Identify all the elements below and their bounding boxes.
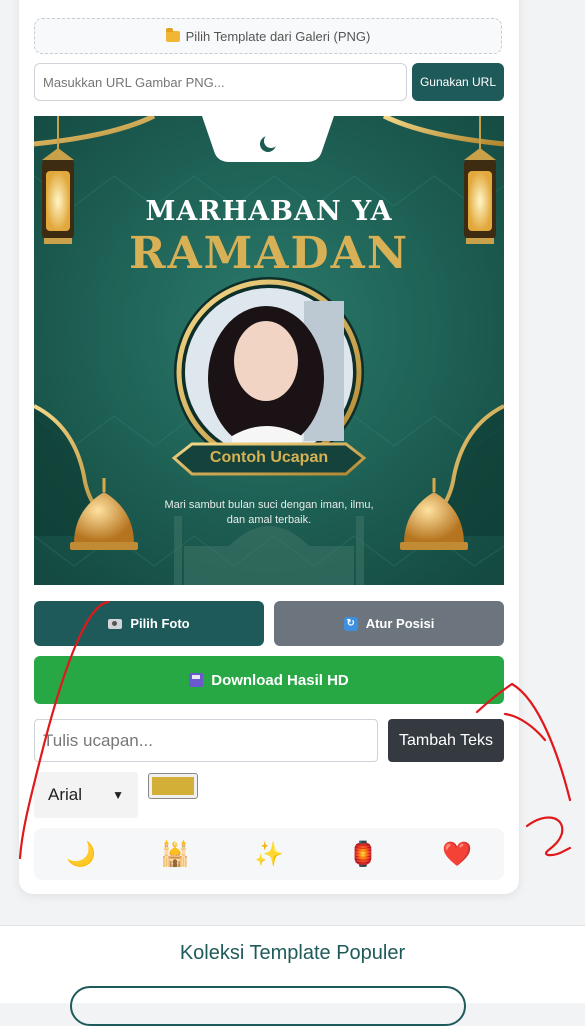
image-url-input[interactable]: [34, 63, 407, 101]
text-color-picker[interactable]: [148, 773, 198, 799]
chevron-down-icon: ▼: [112, 788, 124, 802]
lantern-emoji[interactable]: 🏮: [348, 840, 378, 869]
color-swatch-fill: [152, 777, 194, 795]
card-title-line2: RAMADAN: [128, 228, 410, 279]
sparkles-emoji[interactable]: ✨: [254, 840, 284, 869]
choose-photo-label: Pilih Foto: [130, 616, 190, 631]
crescent-moon-emoji[interactable]: 🌙: [66, 840, 96, 869]
gallery-template-button[interactable]: Pilih Template dari Galeri (PNG): [34, 18, 502, 54]
use-url-button[interactable]: Gunakan URL: [412, 63, 504, 101]
gallery-template-label: Pilih Template dari Galeri (PNG): [185, 28, 371, 44]
greeting-text-input[interactable]: [34, 719, 378, 762]
download-hd-button[interactable]: Download Hasil HD: [34, 656, 504, 704]
folder-icon: [165, 27, 180, 42]
emoji-toolbar: 🌙 🕌 ✨ 🏮 ❤️: [34, 828, 504, 880]
mosque-emoji[interactable]: 🕌: [160, 840, 190, 869]
card-title-line1: MARHABAN YA: [145, 196, 393, 227]
floppy-disk-icon: [189, 673, 204, 687]
heart-emoji[interactable]: ❤️: [442, 840, 472, 869]
greeting-label-text[interactable]: Contoh Ucapan: [34, 449, 504, 467]
refresh-icon: ↻: [343, 616, 358, 631]
add-text-button[interactable]: Tambah Teks: [388, 719, 504, 762]
font-family-select[interactable]: Arial ▼: [34, 772, 138, 818]
adjust-position-label: Atur Posisi: [365, 616, 435, 631]
choose-photo-button[interactable]: Pilih Foto: [34, 601, 264, 646]
greeting-card-preview: MARHABAN YA RAMADAN Contoh Ucapan Mari s…: [34, 116, 504, 585]
greeting-subtitle-text: Mari sambut bulan suci dengan iman, ilmu…: [164, 499, 374, 526]
template-category-pill[interactable]: [70, 986, 466, 1026]
font-select-value: Arial: [48, 785, 83, 804]
camera-icon: [108, 618, 123, 629]
download-hd-label: Download Hasil HD: [211, 671, 349, 689]
popular-templates-title: Koleksi Template Populer: [179, 942, 406, 964]
adjust-position-button[interactable]: ↻ Atur Posisi: [274, 601, 504, 646]
